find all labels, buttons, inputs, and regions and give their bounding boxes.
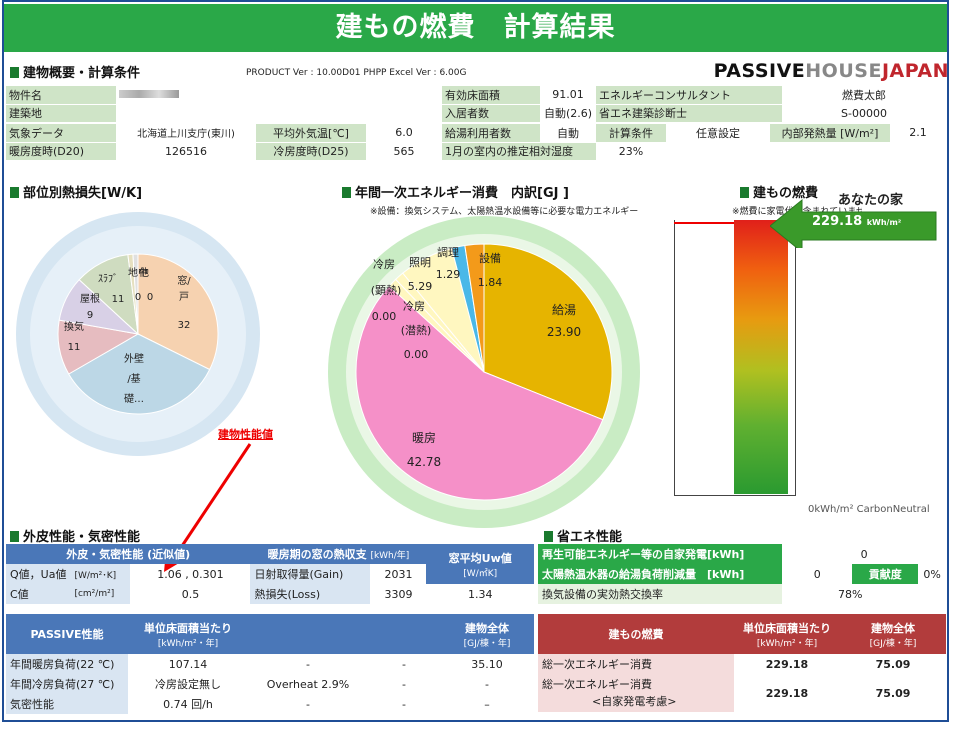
- table-row: 総一次エネルギー消費 229.18 75.09: [538, 654, 946, 674]
- section-overview: 建物概要・計算条件: [10, 62, 140, 81]
- fuel-gauge-bar: [734, 220, 788, 494]
- value-cooling-lat: 0.00: [404, 348, 429, 361]
- heatloss-pie-chart: 窓/戸32外壁/基礎…換気11屋根9ｽﾗﾌﾞ11地中0他0: [16, 212, 260, 456]
- redacted-property-name: [119, 90, 179, 99]
- saving-table: 再生可能エネルギー等の自家発電[kWh] 0 太陽熱温水器の給湯負荷削減量 [k…: [538, 544, 946, 604]
- section-energy: 年間一次エネルギー消費 内訳[GJ ]: [342, 182, 569, 201]
- passive-table: PASSIVE性能 単位床面積当たり [kWh/m²・年] 建物全体 [GJ/棟・年…: [6, 614, 534, 714]
- carbon-neutral-label: 0kWh/m² CarbonNeutral: [808, 504, 930, 515]
- value-hotwater: 23.90: [547, 325, 581, 339]
- table-row: 気密性能 0.74 回/h - - –: [6, 694, 534, 714]
- label-wall-1: 外壁: [124, 352, 144, 365]
- label-heating: 暖房: [412, 430, 436, 445]
- gauge-marker-line: [674, 222, 734, 224]
- section-saving: 省エネ性能: [544, 526, 622, 545]
- label-window-1: 窓/: [177, 274, 191, 287]
- label-cooling-1: 冷房: [373, 258, 395, 271]
- section-heatloss: 部位別熱損失[W/K]: [10, 182, 142, 201]
- page-title: 建もの燃費 計算結果: [4, 4, 947, 52]
- value-equipment: 1.84: [478, 276, 503, 289]
- label-equipment: 設備: [479, 251, 501, 265]
- label-cooking: 調理: [437, 245, 459, 259]
- value-cooling-sens: 0.00: [372, 310, 397, 323]
- label-wall-3: 礎…: [124, 392, 144, 405]
- table-row: 年間冷房負荷(27 ℃) 冷房設定無し Overheat 2.9% - -: [6, 674, 534, 694]
- label-roof: 屋根: [80, 292, 100, 305]
- section-envelope: 外皮性能・気密性能: [10, 526, 140, 545]
- table-row: 総一次エネルギー消費 <自家発電考慮> 229.18 75.09: [538, 674, 946, 712]
- overview-table: 物件名 有効床面積 91.01 エネルギーコンサルタント 燃費太郎 建築地 入居…: [6, 86, 946, 123]
- passivehouse-japan-logo: PASSIVEHOUSEJAPAN: [713, 60, 949, 82]
- overview-table-2: 気象データ 北海道上川支庁(東川) 平均外気温[℃] 6.0 給湯利用者数 自動…: [6, 124, 946, 161]
- value-roof: 9: [87, 310, 93, 321]
- envelope-table: 外皮・気密性能 (近似値) 暖房期の窓の熱収支 [kWh/年] 窓平均Uw値 [W…: [6, 544, 534, 604]
- label-cooling-lat: (潜熱): [401, 323, 432, 337]
- energy-pie-chart: 給湯23.90暖房42.78冷房(顕熱)0.00冷房(潜熱)0.00照明5.29…: [328, 216, 640, 528]
- your-value: 229.18 kWh/m²: [812, 214, 902, 229]
- section-overview-label: 建物概要・計算条件: [23, 66, 141, 81]
- fuel-table: 建もの燃費 単位床面積当たり [kWh/m²・年] 建物全体 [GJ/棟・年] 総一…: [538, 614, 946, 712]
- arrow-line: [172, 443, 252, 559]
- label-cooling-2: 冷房: [403, 300, 425, 313]
- table-row: 年間暖房負荷(22 ℃) 107.14 - - 35.10: [6, 654, 534, 674]
- value-cooking: 1.29: [436, 268, 461, 281]
- value-heating: 42.78: [407, 455, 441, 469]
- value-vent: 11: [68, 342, 81, 353]
- label-cooling-sens: (顕熱): [371, 284, 402, 297]
- label-other: 他: [139, 266, 149, 279]
- label-slab: ｽﾗﾌﾞ: [98, 273, 118, 285]
- value-other: 0: [147, 292, 153, 303]
- label-wall-2: /基: [127, 372, 140, 385]
- value-lighting: 5.29: [408, 280, 433, 293]
- value-ground: 0: [135, 292, 141, 303]
- label-window-2: 戸: [179, 291, 189, 303]
- value-slab: 11: [112, 294, 125, 305]
- value-window: 32: [178, 320, 191, 331]
- label-vent: 換気: [64, 320, 84, 333]
- label-lighting: 照明: [409, 256, 431, 269]
- label-hotwater: 給湯: [552, 303, 576, 317]
- version-text: PRODUCT Ver : 10.00D01 PHPP Excel Ver : …: [246, 68, 467, 78]
